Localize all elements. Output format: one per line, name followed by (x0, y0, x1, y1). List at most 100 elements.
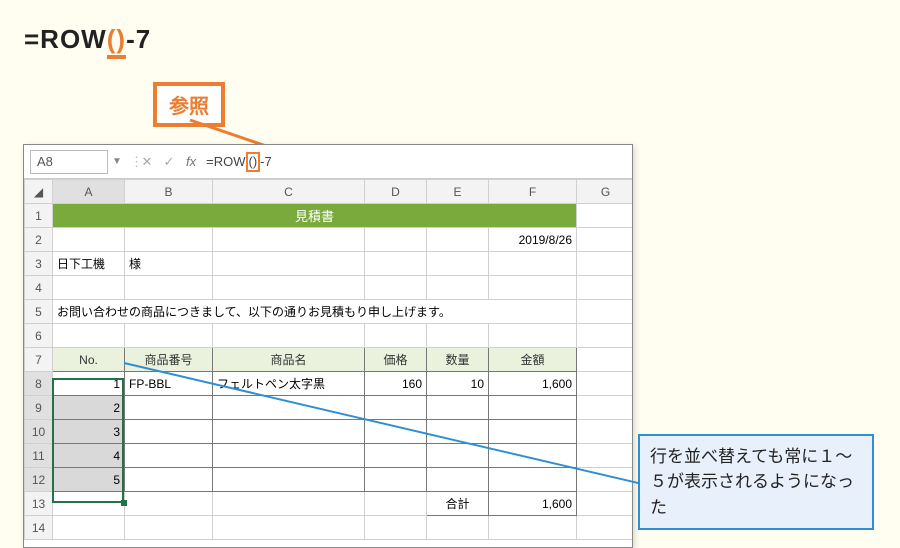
row-header[interactable]: 4 (25, 276, 53, 300)
cell[interactable] (427, 468, 489, 492)
date-cell[interactable]: 2019/8/26 (489, 228, 577, 252)
cell[interactable] (489, 468, 577, 492)
cell[interactable] (213, 324, 365, 348)
cell[interactable] (53, 324, 125, 348)
row-header[interactable]: 8 (25, 372, 53, 396)
row-header[interactable]: 9 (25, 396, 53, 420)
cell-qty[interactable]: 10 (427, 372, 489, 396)
total-label[interactable]: 合計 (427, 492, 489, 516)
cell[interactable] (427, 228, 489, 252)
cell[interactable] (577, 444, 634, 468)
customer-cell[interactable]: 日下工機 (53, 252, 125, 276)
col-header[interactable]: D (365, 180, 427, 204)
th-qty[interactable]: 数量 (427, 348, 489, 372)
grid[interactable]: ◢ A B C D E F G 1 見積書 2 2019/8/26 3 (24, 179, 632, 540)
cell[interactable] (213, 252, 365, 276)
col-header[interactable]: A (53, 180, 125, 204)
cell-product[interactable]: フェルトペン太字黒 (213, 372, 365, 396)
row-header[interactable]: 1 (25, 204, 53, 228)
cell-amount[interactable]: 1,600 (489, 372, 577, 396)
total-value[interactable]: 1,600 (489, 492, 577, 516)
cell[interactable] (365, 420, 427, 444)
cell[interactable] (213, 516, 365, 540)
formula-bar[interactable]: =ROW()-7 (202, 152, 632, 172)
honorific-cell[interactable]: 様 (125, 252, 213, 276)
cell[interactable] (577, 396, 634, 420)
cell[interactable] (489, 420, 577, 444)
cell[interactable] (125, 516, 213, 540)
cell-code[interactable]: FP-BBL (125, 372, 213, 396)
cell[interactable] (577, 372, 634, 396)
cell-no[interactable]: 5 (53, 468, 125, 492)
row-header[interactable]: 2 (25, 228, 53, 252)
cell[interactable] (125, 324, 213, 348)
cell[interactable] (365, 468, 427, 492)
row-header[interactable]: 11 (25, 444, 53, 468)
cell[interactable] (577, 492, 634, 516)
cell[interactable] (577, 420, 634, 444)
accept-formula-icon[interactable]: ✓ (158, 154, 180, 170)
cell[interactable] (427, 324, 489, 348)
th-price[interactable]: 価格 (365, 348, 427, 372)
cell[interactable] (213, 444, 365, 468)
cell[interactable] (213, 468, 365, 492)
th-name[interactable]: 商品名 (213, 348, 365, 372)
cell[interactable] (365, 252, 427, 276)
name-box[interactable]: A8 (30, 150, 108, 174)
cell[interactable] (489, 444, 577, 468)
cell[interactable] (489, 396, 577, 420)
cell[interactable] (365, 444, 427, 468)
row-header[interactable]: 10 (25, 420, 53, 444)
row-header[interactable]: 3 (25, 252, 53, 276)
cell[interactable] (213, 276, 365, 300)
cell-no[interactable]: 1 (53, 372, 125, 396)
cell[interactable] (213, 396, 365, 420)
sheet-title[interactable]: 見積書 (53, 204, 577, 228)
cell[interactable] (489, 252, 577, 276)
name-box-dropdown-icon[interactable]: ▼ (112, 156, 124, 167)
cell[interactable] (213, 228, 365, 252)
col-header[interactable]: G (577, 180, 634, 204)
cell[interactable] (125, 396, 213, 420)
select-all-corner[interactable]: ◢ (25, 180, 53, 204)
col-header[interactable]: C (213, 180, 365, 204)
cell[interactable] (577, 348, 634, 372)
cell[interactable] (427, 516, 489, 540)
cell[interactable] (125, 468, 213, 492)
cell[interactable] (53, 228, 125, 252)
cell[interactable] (489, 516, 577, 540)
cell[interactable] (489, 276, 577, 300)
cell[interactable] (577, 252, 634, 276)
cell[interactable] (53, 516, 125, 540)
cell[interactable] (427, 276, 489, 300)
cell[interactable] (577, 468, 634, 492)
cell[interactable] (365, 396, 427, 420)
cell[interactable] (577, 300, 634, 324)
row-header[interactable]: 12 (25, 468, 53, 492)
th-amount[interactable]: 金額 (489, 348, 577, 372)
cell[interactable] (125, 228, 213, 252)
col-header[interactable]: B (125, 180, 213, 204)
row-header[interactable]: 13 (25, 492, 53, 516)
cell[interactable] (577, 324, 634, 348)
cell[interactable] (577, 516, 634, 540)
cell[interactable] (427, 420, 489, 444)
cell[interactable] (577, 276, 634, 300)
cancel-formula-icon[interactable]: ✕ (136, 154, 158, 170)
cell-no[interactable]: 3 (53, 420, 125, 444)
cell[interactable] (125, 444, 213, 468)
cell[interactable] (427, 444, 489, 468)
cell[interactable] (577, 204, 634, 228)
cell[interactable] (365, 228, 427, 252)
cell[interactable] (365, 516, 427, 540)
fx-icon[interactable]: fx (186, 154, 196, 169)
cell[interactable] (213, 492, 365, 516)
cell[interactable] (577, 228, 634, 252)
cell[interactable] (53, 276, 125, 300)
row-header[interactable]: 14 (25, 516, 53, 540)
cell[interactable] (365, 324, 427, 348)
cell[interactable] (125, 420, 213, 444)
cell[interactable] (427, 396, 489, 420)
row-header[interactable]: 7 (25, 348, 53, 372)
cell-no[interactable]: 2 (53, 396, 125, 420)
